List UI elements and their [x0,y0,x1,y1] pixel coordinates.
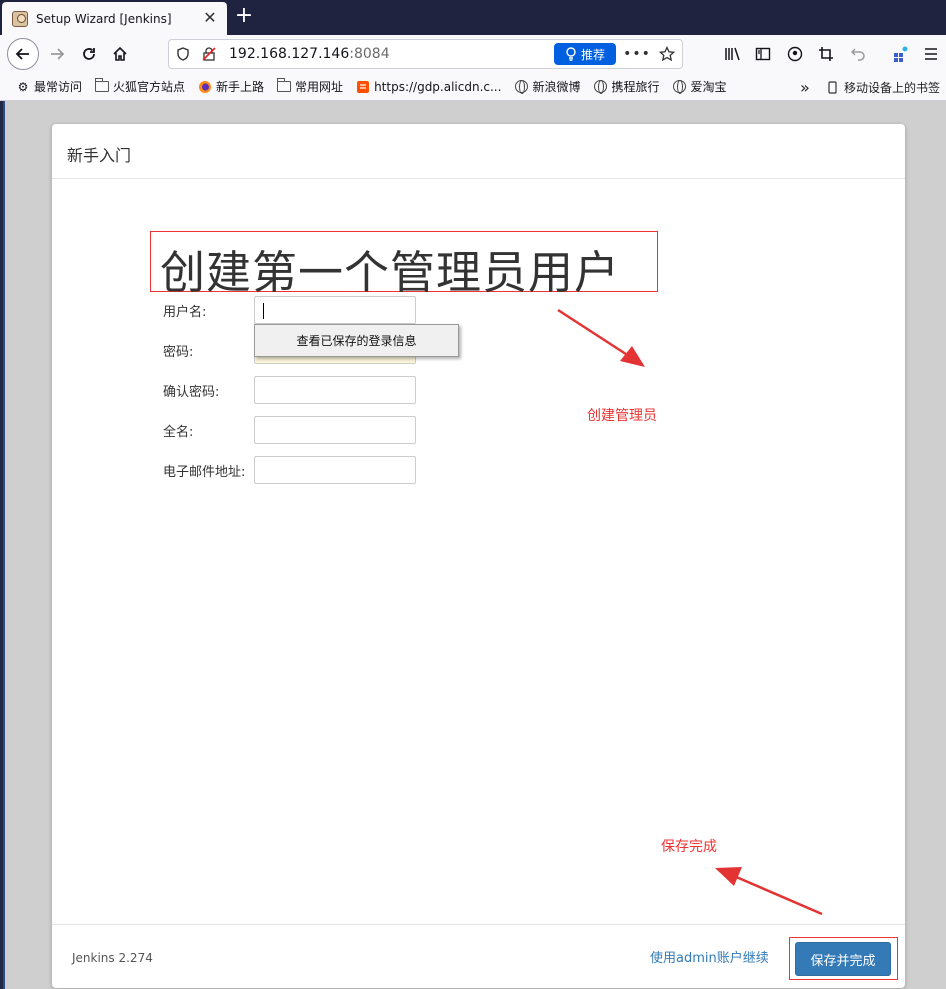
extensions-icon [894,46,908,62]
globe-icon [593,80,607,94]
bookmark-label: 新手上路 [216,80,265,94]
menu-button[interactable] [916,40,946,68]
form-row-email: 电子邮件地址: [163,456,423,484]
bookmark-most-visited[interactable]: ⚙ 最常访问 [16,78,82,95]
email-input[interactable] [254,456,416,484]
bookmark-getting-started[interactable]: 新手上路 [198,78,264,95]
panel-title: 新手入门 [67,146,132,165]
save-and-finish-button[interactable]: 保存并完成 [795,942,891,976]
highlight-box-title: 创建第一个管理员用户 [150,231,658,299]
page-actions-icon[interactable]: ••• [623,46,650,62]
page-title: 创建第一个管理员用户 [160,246,621,299]
back-arrow-icon [15,48,29,60]
globe-icon [514,80,528,94]
bookmark-label: 携程旅行 [611,80,660,94]
undo-close-button[interactable] [843,40,873,68]
bookmark-sina-weibo[interactable]: 新浪微博 [514,78,580,95]
jenkins-favicon-icon [12,10,28,27]
bookmark-label: 移动设备上的书签 [843,80,940,95]
tab-title: Setup Wizard [Jenkins] [36,11,172,26]
confirm-password-label: 确认密码: [163,385,220,400]
bookmark-firefox-official[interactable]: 火狐官方站点 [95,78,185,95]
password-label: 密码: [163,345,194,360]
form-row-fullname: 全名: [163,416,423,444]
library-button[interactable] [718,40,748,68]
sidebar-icon [755,47,771,61]
username-input[interactable] [254,296,416,324]
highlight-box-save: 保存并完成 [789,937,898,980]
bookmark-label: 新浪微博 [532,80,581,94]
fullname-input[interactable] [254,416,416,444]
account-icon [787,46,803,62]
bookmark-label: 火狐官方站点 [113,80,186,94]
bookmark-star-icon[interactable] [659,46,675,62]
reload-button[interactable] [74,40,104,68]
annotation-save-done: 保存完成 [661,839,717,855]
hamburger-menu-icon [925,48,937,60]
bookmark-common-sites[interactable]: 常用网址 [277,78,343,95]
fullname-label: 全名: [163,425,194,440]
jenkins-version: Jenkins 2.274 [72,951,153,965]
bookmark-label: 常用网址 [295,80,344,94]
arrow-annotation-icon [715,867,823,916]
navigation-toolbar: 192.168.127.146:8084 推荐 ••• [0,35,946,73]
shield-icon[interactable] [175,46,191,62]
library-icon [725,47,740,61]
email-label: 电子邮件地址: [163,465,246,480]
reload-icon [83,48,95,60]
recommend-label: 推荐 [580,47,605,62]
page-viewport: 新手入门 创建第一个管理员用户 用户名: 密码: 确认密码: 全名: 电子邮件地… [3,101,946,989]
bookmark-label: 爱淘宝 [690,80,727,94]
form-row-confirm-password: 确认密码: [163,376,423,404]
firefox-icon [198,80,212,94]
screenshot-button[interactable] [811,40,841,68]
sidebar-button[interactable] [748,40,778,68]
forward-arrow-icon [51,48,65,60]
insecure-lock-icon[interactable] [201,46,217,62]
recommend-button[interactable]: 推荐 [554,43,616,65]
folder-icon [95,78,110,94]
account-button[interactable] [780,40,810,68]
text-caret [263,303,264,319]
bookmark-mobile[interactable]: 移动设备上的书签 [826,73,940,101]
forward-button[interactable] [42,40,72,68]
globe-icon [672,80,686,94]
tab-setup-wizard[interactable]: Setup Wizard [Jenkins] ✕ [2,2,227,35]
annotation-create-admin: 创建管理员 [587,408,657,424]
continue-as-admin-link[interactable]: 使用admin账户继续 [650,947,769,966]
arrow-annotation-icon [557,308,645,367]
panel-header: 新手入门 [52,124,905,179]
back-button[interactable] [7,38,39,70]
setup-wizard-panel: 新手入门 创建第一个管理员用户 用户名: 密码: 确认密码: 全名: 电子邮件地… [52,124,905,988]
url-host: 192.168.127.146 [229,46,350,62]
panel-footer: Jenkins 2.274 使用admin账户继续 保存并完成 [52,924,905,988]
gear-icon: ⚙ [17,79,29,94]
url-text: 192.168.127.146:8084 [229,46,390,62]
address-bar[interactable]: 192.168.127.146:8084 推荐 ••• [168,39,683,69]
bookmark-label: https://gdp.alicdn.c... [374,79,502,94]
chevron-more-icon[interactable]: » [800,78,810,97]
mobile-device-icon [826,80,840,94]
bookmark-ai-taobao[interactable]: 爱淘宝 [672,78,727,95]
crop-icon [819,47,833,61]
saved-logins-popup[interactable]: 查看已保存的登录信息 [254,324,459,357]
folder-icon [277,78,292,94]
url-port: :8084 [349,46,390,62]
home-icon [113,46,127,61]
alicdn-icon [356,80,370,94]
close-tab-icon[interactable]: ✕ [201,9,219,27]
new-tab-button[interactable]: + [232,5,256,29]
bookmark-ctrip[interactable]: 携程旅行 [593,78,659,95]
undo-icon [850,48,865,61]
extensions-button[interactable] [886,40,916,68]
confirm-password-input[interactable] [254,376,416,404]
username-label: 用户名: [163,305,207,320]
home-button[interactable] [105,40,135,68]
bookmark-alicdn[interactable]: https://gdp.alicdn.c... [356,80,501,94]
tab-strip: Setup Wizard [Jenkins] ✕ + [0,0,946,35]
bookmarks-toolbar: ⚙ 最常访问 火狐官方站点 新手上路 常用网址 https://gdp.alic… [0,73,946,101]
lightbulb-icon [566,47,576,61]
bookmark-label: 最常访问 [34,80,83,94]
form-row-username: 用户名: [163,296,423,324]
